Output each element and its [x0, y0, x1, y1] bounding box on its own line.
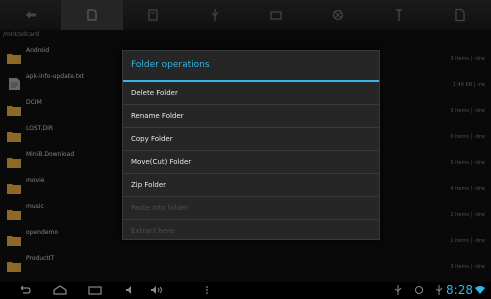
- settings-status-icon: [415, 286, 423, 294]
- copy-folder-option[interactable]: Copy Folder: [123, 128, 379, 151]
- clock: 8:28: [446, 283, 473, 297]
- dialog-title: Folder operations: [123, 51, 379, 82]
- system-nav-bar: 8:28: [0, 282, 491, 299]
- move-folder-option[interactable]: Move(Cut) Folder: [123, 151, 379, 174]
- rename-folder-option[interactable]: Rename Folder: [123, 105, 379, 128]
- volume-down-icon[interactable]: [125, 285, 135, 295]
- wifi-icon: [475, 286, 485, 294]
- extract-here-option: Extract here: [131, 227, 175, 235]
- menu-icon[interactable]: [205, 285, 209, 295]
- home-icon[interactable]: [52, 285, 68, 295]
- delete-folder-option[interactable]: Delete Folder: [123, 82, 379, 105]
- volume-up-icon[interactable]: [150, 285, 164, 295]
- zip-folder-option[interactable]: Zip Folder: [123, 174, 379, 197]
- usb-debug-icon: [435, 285, 443, 295]
- paste-into-folder-option: Paste into folder: [123, 197, 379, 220]
- folder-operations-dialog: Folder operations Delete Folder Rename F…: [122, 50, 380, 240]
- back-icon[interactable]: [18, 285, 32, 295]
- recent-apps-icon[interactable]: [88, 285, 102, 295]
- usb-status-icon: [394, 285, 402, 295]
